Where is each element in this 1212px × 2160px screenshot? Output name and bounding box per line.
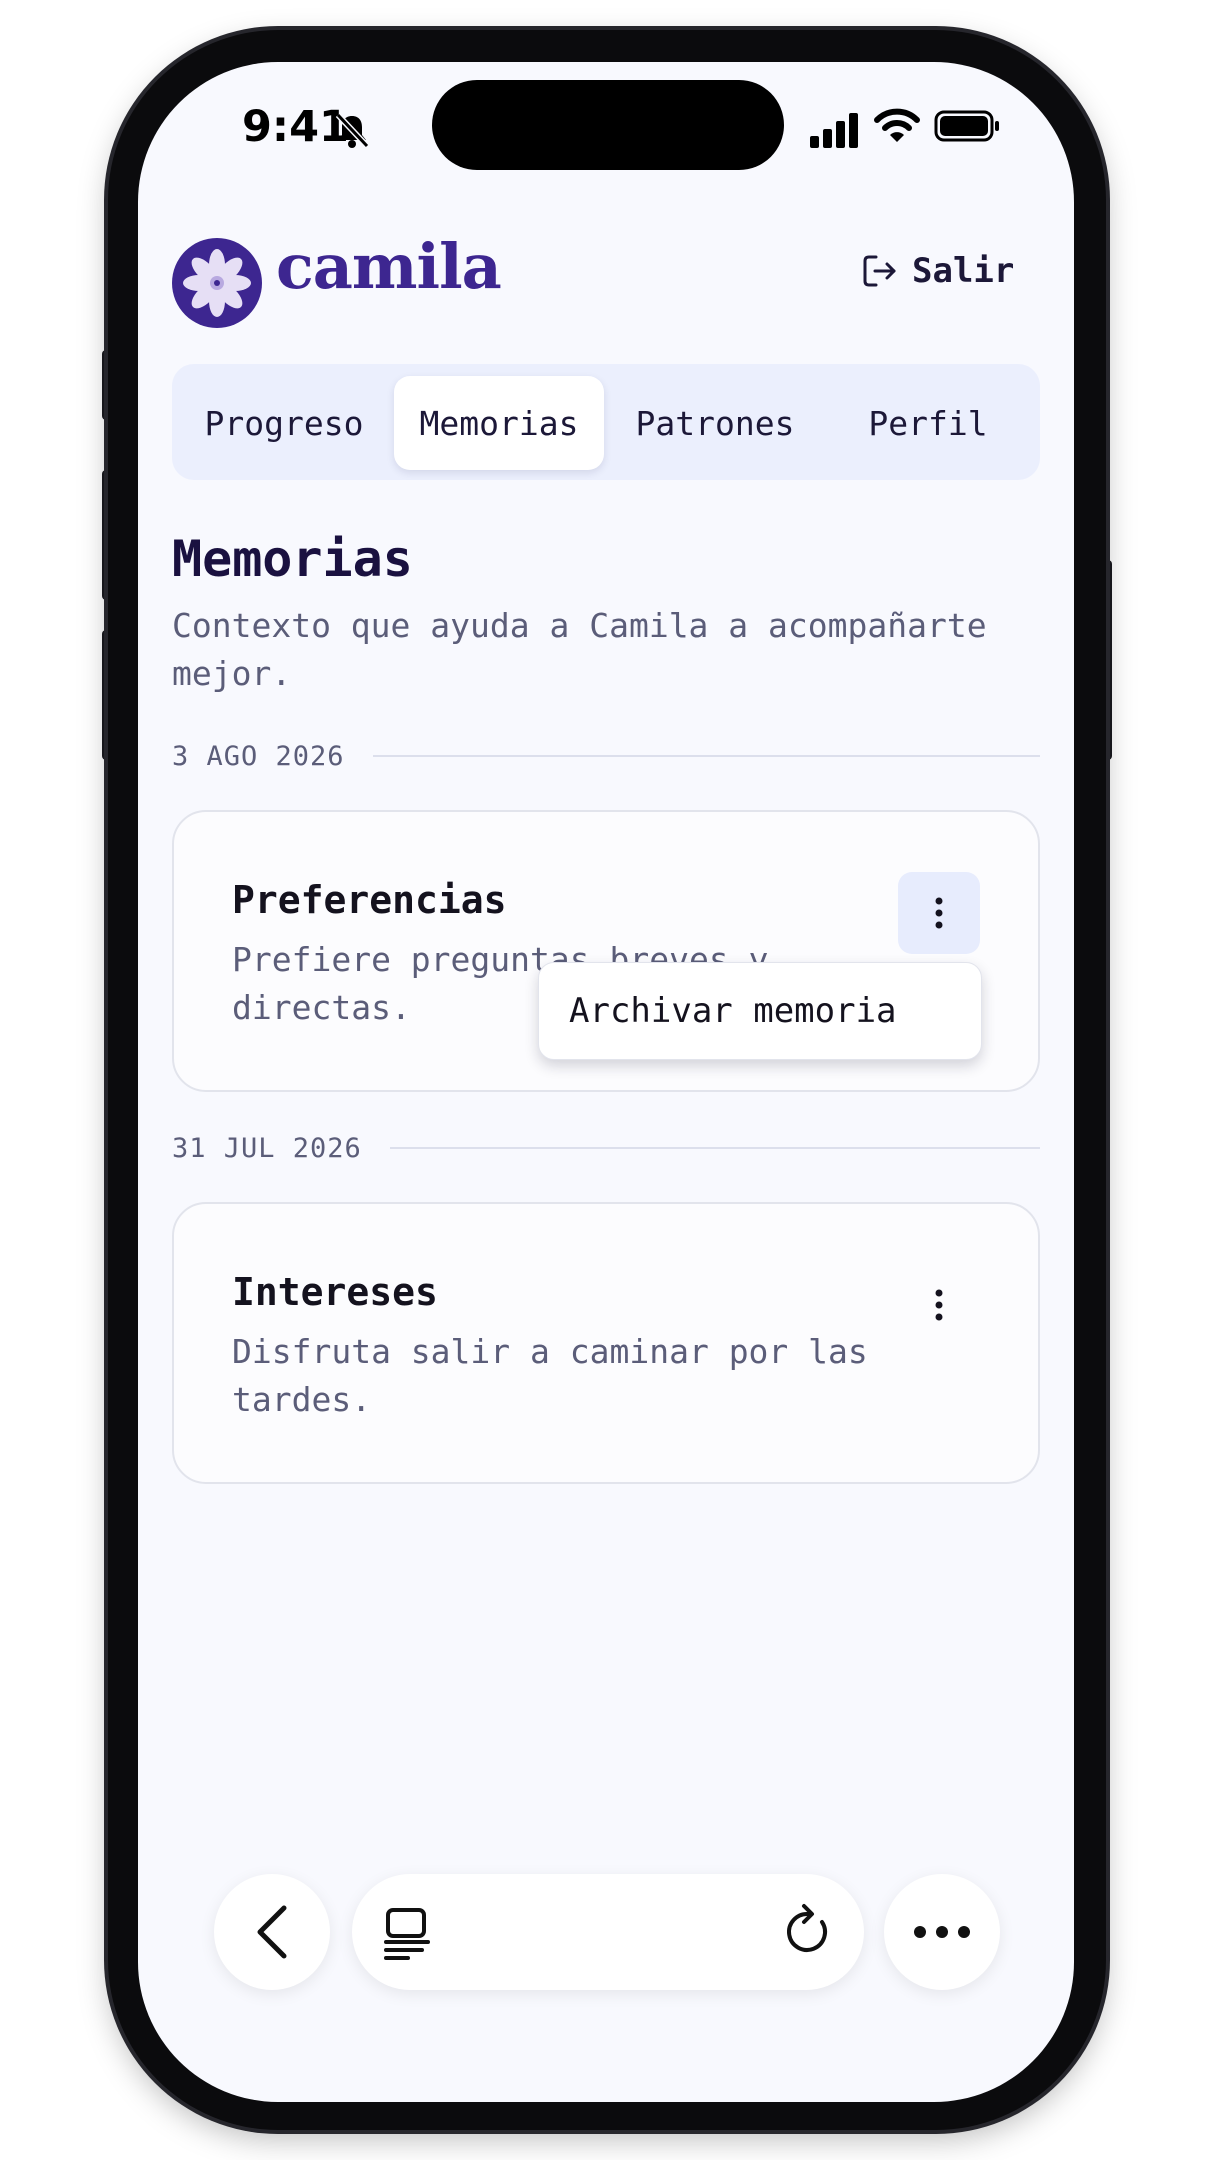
more-icon <box>914 1926 970 1938</box>
tab-bar: Progreso Memorias Patrones Perfil <box>172 364 1040 480</box>
memory-options-button[interactable] <box>898 872 980 954</box>
logout-label: Salir <box>912 251 1015 291</box>
memory-category: Intereses <box>232 1270 438 1314</box>
brand-name[interactable]: camila <box>276 230 502 303</box>
status-bar: 9:41 <box>138 62 1074 192</box>
divider-line <box>389 1147 1040 1149</box>
memory-text: Disfruta salir a caminar por las tardes. <box>232 1332 868 1419</box>
divider-line <box>372 755 1040 757</box>
signal-icon <box>810 113 858 148</box>
phone-screen: 9:41 camila Salir Progreso Memorias Patr… <box>138 62 1074 2102</box>
tabs-icon[interactable] <box>378 1902 438 1962</box>
battery-icon <box>934 110 999 142</box>
logout-button[interactable]: Salir <box>860 248 1014 294</box>
date-label: 31 JUL 2026 <box>172 1132 362 1164</box>
flower-logo-icon <box>172 238 262 328</box>
date-label: 3 AGO 2026 <box>172 740 345 772</box>
reload-icon[interactable] <box>778 1902 838 1962</box>
wifi-icon <box>874 108 920 142</box>
dynamic-island <box>432 80 784 170</box>
page-subtitle: Contexto que ayuda a Camila a acompañart… <box>172 606 987 693</box>
memory-card: Intereses Disfruta salir a caminar por l… <box>172 1202 1040 1484</box>
logout-icon <box>863 255 896 287</box>
bell-slash-icon <box>335 112 370 149</box>
date-divider: 3 AGO 2026 <box>172 736 1040 776</box>
tab-progreso[interactable]: Progreso <box>184 376 384 470</box>
back-chevron-icon <box>257 1905 287 1959</box>
tab-memorias[interactable]: Memorias <box>394 376 604 470</box>
address-bar[interactable] <box>352 1874 864 1990</box>
tab-perfil[interactable]: Perfil <box>828 376 1028 470</box>
back-button[interactable] <box>214 1874 330 1990</box>
more-button[interactable] <box>884 1874 1000 1990</box>
memory-options-button[interactable] <box>898 1264 980 1346</box>
tab-patrones[interactable]: Patrones <box>612 376 818 470</box>
kebab-icon <box>935 1289 943 1321</box>
archive-memory-menu-item[interactable]: Archivar memoria <box>538 962 982 1060</box>
memory-category: Preferencias <box>232 878 507 922</box>
page-title: Memorias <box>172 530 413 588</box>
kebab-icon <box>935 897 943 929</box>
date-divider: 31 JUL 2026 <box>172 1128 1040 1168</box>
